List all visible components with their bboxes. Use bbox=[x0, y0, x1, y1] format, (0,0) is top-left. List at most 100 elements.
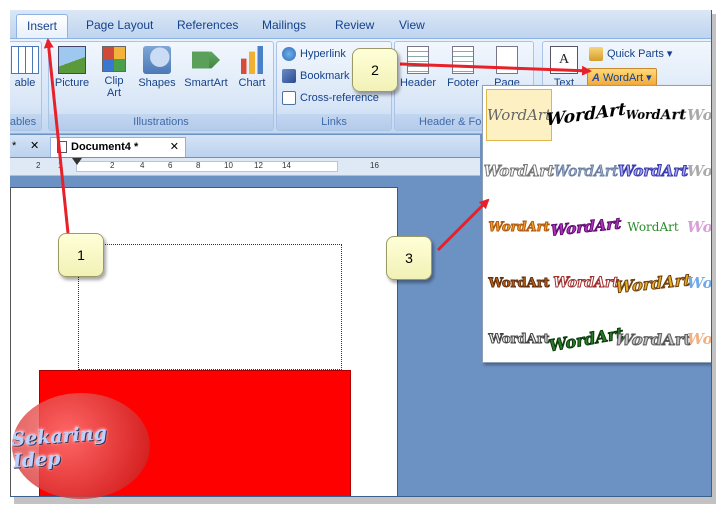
wordart-label: WordArt bbox=[602, 72, 644, 84]
header-button[interactable]: Header bbox=[397, 46, 439, 89]
ribbon-tab-row: Insert Page Layout References Mailings R… bbox=[10, 10, 711, 38]
wordart-style-16[interactable]: WordArt bbox=[687, 257, 711, 309]
wordart-style-14[interactable]: WordArt bbox=[553, 257, 620, 309]
footer-label: Footer bbox=[447, 77, 479, 89]
ruler-number: 6 bbox=[168, 161, 173, 170]
wordart-button[interactable]: A WordArt ▾ bbox=[587, 68, 657, 86]
footer-button[interactable]: Footer bbox=[443, 46, 483, 89]
document-name: Document4 * bbox=[71, 141, 139, 153]
wordart-style-19[interactable]: WordArt bbox=[613, 318, 694, 369]
wordart-style-17[interactable]: WordArt bbox=[486, 313, 552, 365]
table-icon bbox=[11, 46, 39, 74]
group-tables: able ables bbox=[10, 41, 42, 131]
wordart-style-2[interactable]: WordArt bbox=[546, 84, 626, 145]
tab-insert[interactable]: Insert bbox=[16, 14, 69, 38]
header-text-box[interactable] bbox=[78, 244, 342, 370]
picture-button[interactable]: Picture bbox=[51, 46, 93, 89]
picture-label: Picture bbox=[54, 77, 90, 89]
close-document-icon[interactable]: ✕ bbox=[170, 138, 179, 156]
wordart-style-5[interactable]: WordArt bbox=[483, 145, 555, 197]
wordart-style-6[interactable]: WordArt bbox=[553, 145, 619, 197]
clip-art-label-1: Clip bbox=[104, 75, 124, 87]
wordart-style-18[interactable]: WordArt bbox=[547, 308, 625, 371]
ruler-number: 1 bbox=[58, 161, 63, 170]
ruler-number: 8 bbox=[196, 161, 201, 170]
document-icon bbox=[57, 141, 67, 154]
ruler-number: 2 bbox=[110, 161, 115, 170]
prev-doc-close-icon[interactable]: ✕ bbox=[30, 137, 39, 157]
cross-reference-icon bbox=[282, 91, 296, 106]
prev-doc-tab-star[interactable]: * bbox=[12, 137, 16, 157]
dropdown-arrow-icon: ▾ bbox=[643, 72, 652, 84]
tab-mailings[interactable]: Mailings bbox=[262, 14, 306, 38]
ruler-number: 12 bbox=[254, 161, 263, 170]
tab-references[interactable]: References bbox=[177, 14, 238, 38]
indent-marker-icon[interactable] bbox=[72, 158, 82, 165]
quick-parts-icon bbox=[589, 47, 603, 62]
callout-3: 3 bbox=[386, 236, 432, 280]
callout-1: 1 bbox=[58, 233, 104, 277]
wordart-style-13[interactable]: WordArt bbox=[486, 257, 552, 309]
wordart-style-20[interactable]: WordArt bbox=[687, 313, 711, 365]
smartart-icon bbox=[192, 51, 220, 69]
wordart-style-15[interactable]: WordArt bbox=[615, 254, 691, 313]
chart-icon bbox=[238, 46, 266, 74]
wordart-style-7[interactable]: WordArt bbox=[617, 145, 689, 197]
illustrations-group-label: Illustrations bbox=[49, 114, 273, 130]
wordart-style-9[interactable]: WordArt bbox=[486, 201, 552, 253]
smartart-button[interactable]: SmartArt bbox=[181, 46, 231, 89]
ruler-number: 4 bbox=[140, 161, 145, 170]
wordart-style-3[interactable]: WordArt bbox=[624, 86, 689, 145]
wordart-gallery: WordArt WordArt WordArt WordArt WordArt … bbox=[482, 84, 711, 365]
shapes-icon bbox=[143, 46, 171, 74]
table-button[interactable]: able bbox=[10, 46, 41, 89]
links-group-label: Links bbox=[277, 114, 391, 130]
quick-parts-label: Quick Parts bbox=[607, 48, 664, 60]
bookmark-button[interactable]: Bookmark bbox=[282, 67, 350, 85]
chart-button[interactable]: Chart bbox=[233, 46, 271, 89]
watermark-logo: Sekaring Idep bbox=[11, 393, 150, 499]
ruler-number: 10 bbox=[224, 161, 233, 170]
horizontal-ruler[interactable]: 2 1 2 4 6 8 10 12 14 16 bbox=[10, 158, 480, 176]
wordart-style-1[interactable]: WordArt bbox=[486, 89, 552, 141]
tutorial-frame: Insert Page Layout References Mailings R… bbox=[0, 0, 723, 510]
tab-review[interactable]: Review bbox=[335, 14, 374, 38]
ruler-number: 2 bbox=[36, 161, 41, 170]
ruler-number: 14 bbox=[282, 161, 291, 170]
wordart-style-8[interactable]: WordArt bbox=[687, 145, 711, 197]
callout-2: 2 bbox=[352, 48, 398, 92]
ruler-number: 16 bbox=[370, 161, 379, 170]
clip-art-icon bbox=[102, 46, 126, 72]
smartart-label: SmartArt bbox=[184, 77, 228, 89]
quick-parts-button[interactable]: Quick Parts ▾ bbox=[589, 45, 672, 63]
clip-art-button[interactable]: Clip Art bbox=[97, 46, 131, 99]
wordart-style-10[interactable]: WordArt bbox=[550, 198, 622, 257]
shapes-button[interactable]: Shapes bbox=[135, 46, 179, 89]
wordart-style-4[interactable]: WordArt bbox=[687, 89, 711, 141]
bookmark-label: Bookmark bbox=[300, 70, 350, 82]
page-number-button[interactable]: Page bbox=[487, 46, 527, 89]
hyperlink-label: Hyperlink bbox=[300, 48, 346, 60]
tab-view[interactable]: View bbox=[399, 14, 425, 38]
table-button-label: able bbox=[14, 77, 36, 89]
document-tab[interactable]: Document4 * ✕ bbox=[50, 137, 186, 157]
ruler-text-area bbox=[76, 161, 338, 172]
globe-link-icon bbox=[282, 47, 296, 62]
hyperlink-button[interactable]: Hyperlink bbox=[282, 45, 346, 63]
clip-art-label-2: Art bbox=[106, 87, 122, 99]
header-icon bbox=[407, 46, 429, 74]
document-tab-bar: * ✕ Document4 * ✕ bbox=[10, 135, 480, 157]
text-box-button[interactable]: A Text bbox=[547, 46, 581, 89]
footer-icon bbox=[452, 46, 474, 74]
wordart-style-12[interactable]: WordArt bbox=[687, 201, 711, 253]
shapes-label: Shapes bbox=[138, 77, 176, 89]
tab-page-layout[interactable]: Page Layout bbox=[86, 14, 153, 38]
cross-reference-label: Cross-reference bbox=[300, 92, 379, 104]
header-label: Header bbox=[399, 77, 437, 89]
page-number-icon bbox=[496, 46, 518, 74]
bookmark-icon bbox=[282, 69, 296, 84]
wordart-style-11[interactable]: WordArt bbox=[620, 201, 686, 253]
group-illustrations: Picture Clip Art Shapes SmartArt Chart I… bbox=[48, 41, 274, 131]
text-box-icon: A bbox=[550, 46, 578, 74]
picture-icon bbox=[58, 46, 86, 74]
